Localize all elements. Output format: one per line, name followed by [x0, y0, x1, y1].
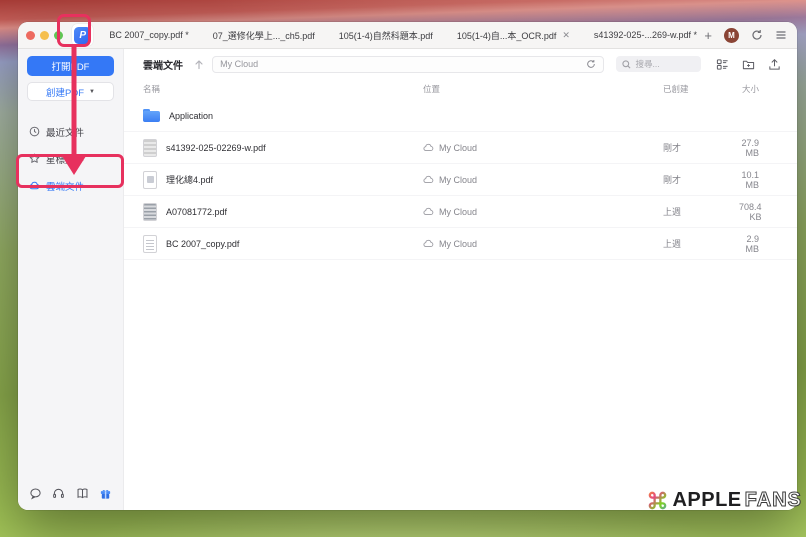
- app-window: P BC 2007_copy.pdf * 07_選修化學上..._ch5.pdf…: [18, 22, 797, 510]
- tab-ch5[interactable]: 07_選修化學上..._ch5.pdf: [201, 29, 327, 42]
- file-location: My Cloud: [439, 143, 477, 153]
- table-row[interactable]: s41392-025-02269-w.pdf My Cloud 剛才 27.9 …: [124, 132, 797, 164]
- table-row[interactable]: 理化總4.pdf My Cloud 剛才 10.1 MB: [124, 164, 797, 196]
- file-size: 708.4 KB: [739, 202, 797, 222]
- search-box[interactable]: [616, 56, 701, 72]
- file-name: A07081772.pdf: [166, 207, 227, 217]
- file-created: 剛才: [663, 173, 739, 186]
- file-name: s41392-025-02269-w.pdf: [166, 143, 266, 153]
- cloud-icon: [423, 175, 434, 184]
- upload-icon[interactable]: [768, 58, 781, 71]
- tab-bar: BC 2007_copy.pdf * 07_選修化學上..._ch5.pdf 1…: [97, 29, 704, 42]
- table-row[interactable]: Application: [124, 100, 797, 132]
- column-created: 已創建: [663, 83, 739, 95]
- pdf-thumbnail-icon: [143, 139, 157, 157]
- view-mode-icon[interactable]: [716, 58, 729, 71]
- pdf-thumbnail-icon: [143, 203, 157, 221]
- zoom-window-button[interactable]: [54, 31, 63, 40]
- path-value: My Cloud: [220, 59, 580, 69]
- column-size: 大小: [739, 83, 797, 95]
- headset-icon[interactable]: [52, 487, 65, 500]
- cloud-icon: [423, 207, 434, 216]
- new-folder-icon[interactable]: [742, 58, 755, 71]
- table-row[interactable]: A07081772.pdf My Cloud 上週 708.4 KB: [124, 196, 797, 228]
- cloud-icon: [423, 239, 434, 248]
- page-title: 雲端文件: [143, 57, 186, 72]
- star-icon: [29, 153, 40, 164]
- app-icon[interactable]: P: [72, 24, 93, 46]
- main-panel: 雲端文件 My Cloud: [124, 49, 797, 510]
- menu-icon[interactable]: [775, 29, 787, 41]
- cloud-icon: [423, 143, 434, 152]
- file-size: 2.9 MB: [739, 234, 797, 254]
- search-input[interactable]: [635, 59, 691, 69]
- column-location: 位置: [423, 83, 663, 95]
- sidebar-footer: [27, 487, 114, 500]
- tab-105-tiben[interactable]: 105(1-4)自然科題本.pdf: [327, 29, 445, 42]
- applefans-watermark: APPLEFANS: [646, 489, 802, 512]
- tab-close-icon[interactable]: ✕: [562, 31, 570, 40]
- cloud-path-field[interactable]: My Cloud: [212, 56, 604, 73]
- table-header: 名稱 位置 已創建 大小: [124, 78, 797, 100]
- close-window-button[interactable]: [26, 31, 35, 40]
- file-location: My Cloud: [439, 175, 477, 185]
- table-row[interactable]: BC 2007_copy.pdf My Cloud 上週 2.9 MB: [124, 228, 797, 260]
- tab-s41392[interactable]: s41392-025-...269-w.pdf *: [582, 30, 705, 40]
- sidebar: 打開PDF 創建PDF ▼ 最近文件 星標文件: [18, 49, 124, 510]
- sidebar-item-recent[interactable]: 最近文件: [27, 123, 114, 140]
- file-name: Application: [169, 111, 213, 121]
- file-created: 剛才: [663, 141, 739, 154]
- column-name: 名稱: [143, 83, 423, 95]
- folder-icon: [143, 109, 160, 122]
- sidebar-item-cloud[interactable]: 雲端文件: [27, 177, 114, 194]
- file-location: My Cloud: [439, 207, 477, 217]
- account-avatar[interactable]: M: [724, 28, 739, 43]
- feedback-bubble-icon[interactable]: [29, 487, 42, 500]
- traffic-lights: [26, 31, 63, 40]
- refresh-icon[interactable]: [586, 59, 596, 69]
- pdf-thumbnail-icon: [143, 235, 157, 253]
- pdf-reader-pro-icon: P: [74, 27, 91, 44]
- sync-icon[interactable]: [751, 29, 763, 41]
- tab-bc-2007-copy[interactable]: BC 2007_copy.pdf *: [97, 30, 200, 40]
- titlebar: P BC 2007_copy.pdf * 07_選修化學上..._ch5.pdf…: [18, 22, 797, 49]
- watermark-apple-text: APPLE: [672, 489, 741, 512]
- minimize-window-button[interactable]: [40, 31, 49, 40]
- sidebar-nav: 最近文件 星標文件 雲端文件: [27, 123, 114, 194]
- file-created: 上週: [663, 205, 739, 218]
- up-level-icon[interactable]: [194, 59, 204, 70]
- file-name: BC 2007_copy.pdf: [166, 239, 239, 249]
- gift-icon[interactable]: [99, 487, 112, 500]
- cloud-toolbar: 雲端文件 My Cloud: [124, 49, 797, 75]
- pdf-thumbnail-icon: [143, 171, 157, 189]
- file-created: 上週: [663, 237, 739, 250]
- cloud-icon: [29, 180, 40, 191]
- file-location: My Cloud: [439, 239, 477, 249]
- file-size: 10.1 MB: [739, 170, 797, 190]
- book-icon[interactable]: [76, 487, 89, 500]
- clock-icon: [29, 126, 40, 137]
- file-name: 理化總4.pdf: [166, 173, 213, 186]
- sidebar-item-starred[interactable]: 星標文件: [27, 150, 114, 167]
- open-pdf-button[interactable]: 打開PDF: [27, 56, 114, 76]
- watermark-fans-text: FANS: [745, 489, 802, 512]
- create-pdf-button[interactable]: 創建PDF ▼: [27, 82, 114, 101]
- tab-105-ocr[interactable]: 105(1-4)自...本_OCR.pdf ✕: [445, 29, 582, 42]
- search-icon: [622, 60, 631, 69]
- chevron-down-icon: ▼: [89, 89, 95, 95]
- command-logo-icon: [646, 489, 669, 512]
- file-size: 27.9 MB: [739, 138, 797, 158]
- new-tab-button[interactable]: +: [704, 29, 712, 42]
